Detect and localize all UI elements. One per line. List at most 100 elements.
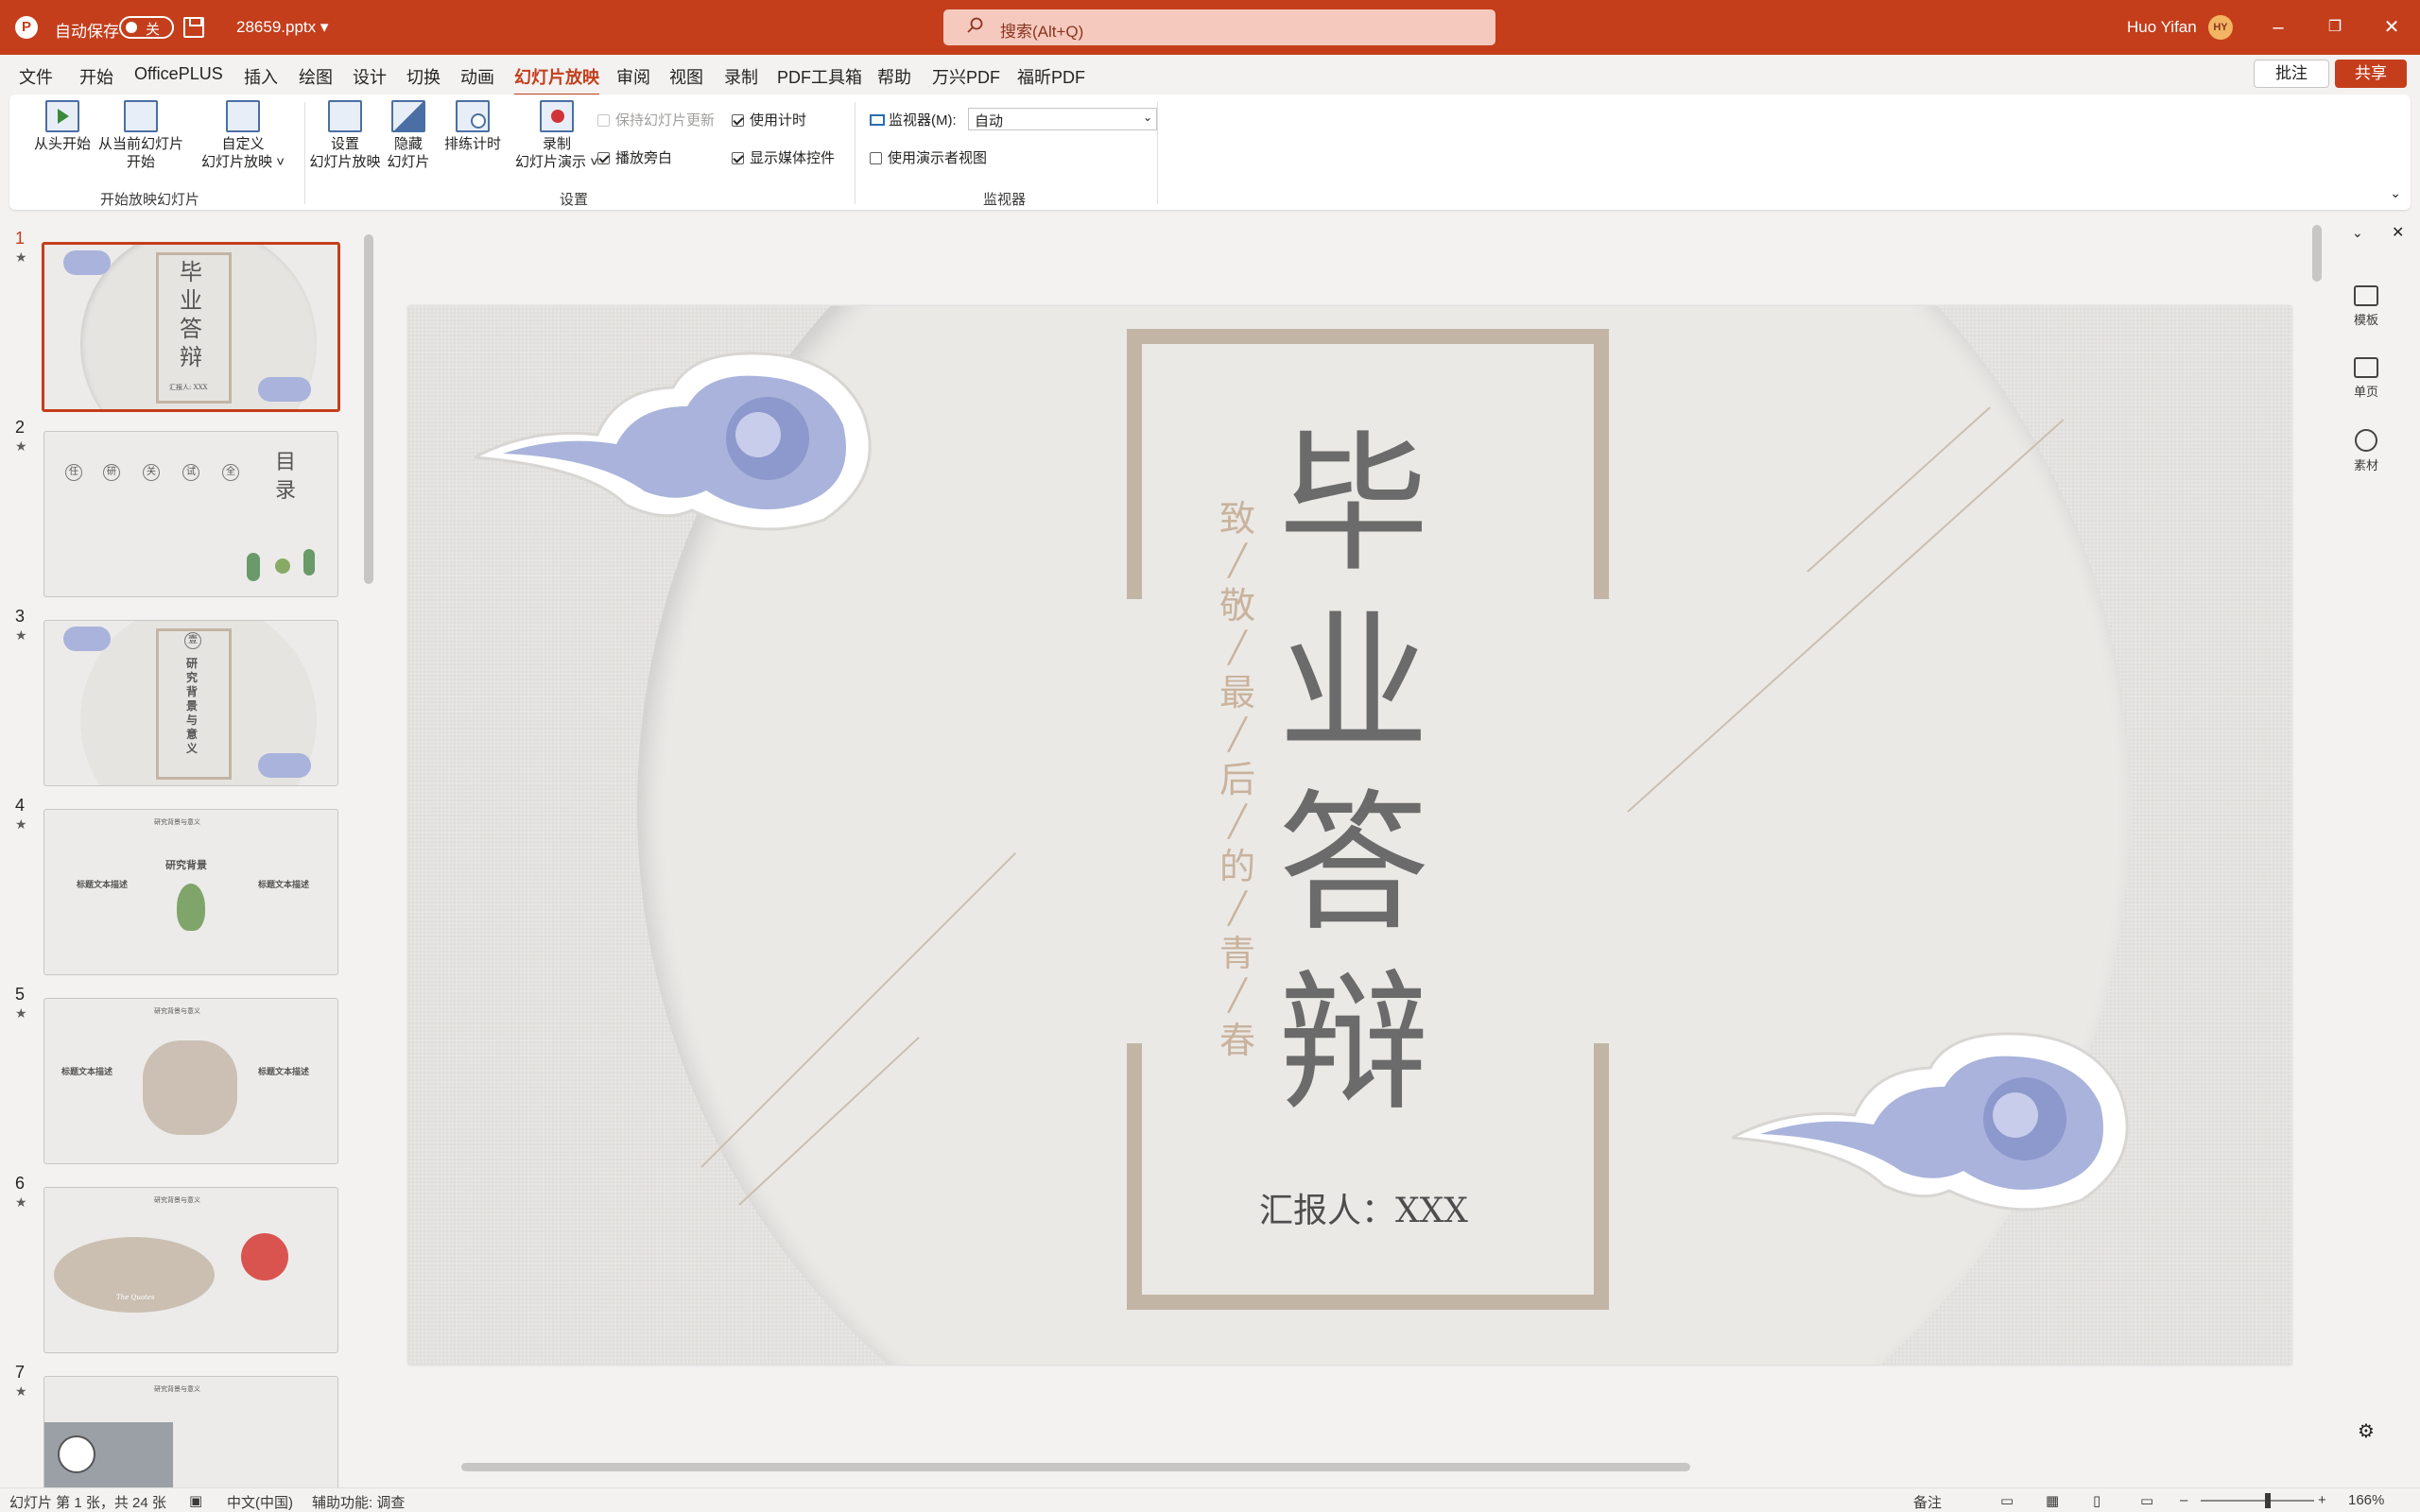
record-button[interactable]: 录制 幻灯片演示 ˅ [505, 100, 609, 171]
user-name[interactable]: Huo Yifan [2127, 18, 2197, 37]
custom-show-button[interactable]: 自定义 幻灯片放映 ˅ [191, 100, 295, 171]
checkbox-checked-icon [732, 152, 744, 164]
thumb-number: 5 [15, 985, 26, 1004]
slideshow-view-icon[interactable]: ▭ [2140, 1492, 2153, 1509]
media-controls-checkbox[interactable]: 显示媒体控件 [732, 147, 835, 167]
tab-officeplus[interactable]: OfficePLUS [134, 64, 223, 84]
cloud-icon [63, 250, 111, 275]
collapse-ribbon-icon[interactable]: ⌄ [2390, 185, 2401, 201]
slide-thumbnail[interactable]: 研究背景与意义 研究背景 标题文本描述 标题文本描述 [43, 809, 338, 975]
tab-view[interactable]: 视图 [669, 64, 703, 89]
monitor-value: 自动 [975, 113, 1004, 129]
slide-counter[interactable]: 幻灯片 第 1 张，共 24 张 [9, 1492, 166, 1512]
subtitle-separator: ╱ [1228, 717, 1247, 751]
checkbox-icon [870, 152, 882, 164]
group-monitor-label: 监视器 [983, 192, 1027, 208]
panel-item-single-page[interactable]: 单页 [2312, 357, 2420, 400]
settings-icon[interactable]: ⚙ [2358, 1419, 2375, 1443]
autosave-label: 自动保存 [55, 23, 119, 41]
monitor-label-wrap: 监视器(M): [870, 110, 957, 129]
presenter-view-checkbox[interactable]: 使用演示者视图 [870, 147, 987, 167]
subtitle-separator: ╱ [1228, 891, 1247, 925]
panel-item-materials[interactable]: 素材 [2312, 429, 2420, 473]
minimize-icon[interactable]: – [2259, 11, 2297, 43]
tab-animations[interactable]: 动画 [460, 64, 494, 89]
tab-file[interactable]: 文件 [19, 64, 53, 89]
chevron-down-icon[interactable]: ⌄ [2352, 225, 2363, 241]
file-name[interactable]: 28659.pptx ▾ [236, 18, 328, 37]
slide-thumbnail[interactable]: 研究背景与意义 The Quotes [43, 1187, 338, 1353]
search-box[interactable]: 搜索(Alt+Q) [943, 9, 1495, 45]
scroll-thumb[interactable] [364, 234, 373, 584]
slide-thumbnail[interactable]: 研究背景与意义 [43, 1376, 338, 1487]
toggle-knob [126, 22, 137, 33]
current-slide[interactable]: 毕 业 答 辩 致 ╱ 敬 ╱ 最 ╱ 后 ╱ 的 ╱ 青 ╱ 春 汇报人：XX… [408, 306, 2291, 1365]
subtitle-char: 最 [1219, 672, 1255, 713]
animation-star-icon: ★ [15, 627, 27, 643]
comments-button[interactable]: 批注 [2254, 60, 2329, 88]
close-icon[interactable]: ✕ [2373, 11, 2411, 43]
accessibility-status[interactable]: 辅助功能: 调查 [312, 1492, 405, 1512]
restore-icon[interactable]: ❐ [2316, 11, 2354, 43]
tab-record[interactable]: 录制 [724, 64, 758, 89]
tab-pdf-toolbox[interactable]: PDF工具箱 [777, 64, 862, 89]
reading-view-icon[interactable]: ▯ [2093, 1492, 2100, 1509]
slide-thumbnail[interactable]: 壹 研究背景与意义 [43, 620, 338, 786]
play-narrations-label: 播放旁白 [615, 150, 673, 166]
record-label-1: 录制 [542, 136, 571, 152]
tab-home[interactable]: 开始 [79, 64, 113, 89]
tab-transitions[interactable]: 切换 [406, 64, 441, 89]
tab-help[interactable]: 帮助 [877, 64, 911, 89]
language[interactable]: 中文(中国) [227, 1492, 293, 1512]
plant-pots-icon [241, 545, 326, 587]
zoom-slider-thumb[interactable] [2265, 1493, 2271, 1508]
tab-foxit-pdf[interactable]: 福昕PDF [1017, 64, 1085, 89]
tab-review[interactable]: 审阅 [616, 64, 650, 89]
tab-draw[interactable]: 绘图 [299, 64, 333, 89]
notes-button[interactable]: 备注 [1913, 1492, 1942, 1512]
avatar[interactable]: HY [2208, 15, 2233, 40]
separator [1157, 102, 1158, 204]
autosave-toggle[interactable]: 关 [119, 16, 174, 39]
play-icon [45, 100, 79, 132]
hide-slide-button[interactable]: 隐藏 幻灯片 [380, 100, 437, 171]
horizontal-scrollbar[interactable] [391, 1459, 2301, 1474]
close-pane-icon[interactable]: ✕ [2392, 223, 2404, 242]
cloud-icon [258, 377, 311, 402]
setup-label-1: 设置 [330, 136, 359, 152]
zoom-out-icon[interactable]: – [2180, 1492, 2187, 1508]
zoom-in-icon[interactable]: + [2318, 1492, 2326, 1508]
hide-label-1: 隐藏 [393, 136, 423, 152]
powerpoint-icon[interactable]: P [15, 16, 38, 39]
thumb-number: 4 [15, 796, 26, 815]
subtitle-char: 春 [1219, 1020, 1255, 1061]
play-narrations-checkbox[interactable]: 播放旁白 [597, 147, 672, 167]
rehearse-timings-button[interactable]: 排练计时 [439, 100, 507, 153]
hide-slide-icon [391, 100, 425, 132]
thumbnail-scrollbar[interactable] [361, 215, 376, 1487]
slide-thumbnail[interactable]: 研究背景与意义 标题文本描述 标题文本描述 [43, 998, 338, 1164]
slide-thumbnail[interactable]: 毕业答辩 汇报人: XXX [42, 242, 340, 412]
scroll-thumb[interactable] [461, 1463, 1690, 1471]
tab-slideshow[interactable]: 幻灯片放映 [514, 64, 599, 96]
slide-sorter-icon[interactable]: ▦ [2046, 1492, 2059, 1509]
monitor-select[interactable]: 自动 ⌄ [968, 108, 1157, 130]
tab-insert[interactable]: 插入 [244, 64, 278, 89]
animation-star-icon: ★ [15, 816, 27, 832]
tab-design[interactable]: 设计 [353, 64, 387, 89]
from-current-button[interactable]: 从当前幻灯片 开始 [89, 100, 193, 171]
slide-thumbnail[interactable]: 目录 任 研 关 试 全 [43, 431, 338, 597]
panel-item-template[interactable]: 模板 [2312, 285, 2420, 328]
spellcheck-icon[interactable]: ▣ [189, 1492, 202, 1509]
setup-show-button[interactable]: 设置 幻灯片放映 [301, 100, 389, 171]
tab-wondershare-pdf[interactable]: 万兴PDF [932, 64, 1000, 89]
thumb-number: 1 [15, 229, 26, 248]
normal-view-icon[interactable]: ▭ [2000, 1492, 2014, 1509]
use-timings-checkbox[interactable]: 使用计时 [732, 110, 806, 129]
share-button[interactable]: 共享 [2335, 60, 2407, 88]
setup-icon [328, 100, 362, 132]
zoom-slider[interactable] [2201, 1500, 2314, 1502]
zoom-level[interactable]: 166% [2348, 1492, 2384, 1508]
umbrella-icon [241, 1233, 288, 1280]
save-icon[interactable] [183, 17, 204, 38]
